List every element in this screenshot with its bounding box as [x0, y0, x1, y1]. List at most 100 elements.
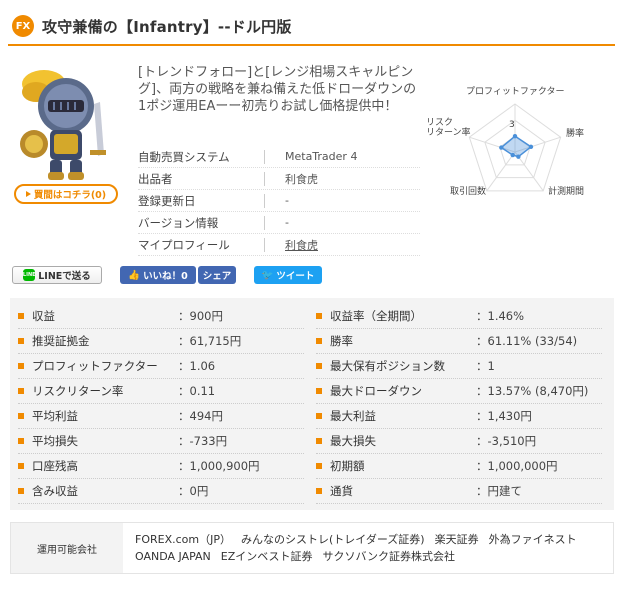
stat-row: 通貨 ：円建て: [316, 479, 602, 504]
info-separator: [264, 193, 265, 208]
broker-item[interactable]: EZインベスト証券: [221, 550, 313, 563]
broker-item[interactable]: 外為ファイネスト: [489, 533, 577, 546]
stat-value: ：1,000,000円: [476, 459, 558, 473]
stat-row: リスクリターン率 ：0.11: [18, 379, 304, 404]
info-separator: [264, 215, 265, 230]
info-value: -: [285, 194, 289, 207]
stat-label: 最大保有ポジション数: [330, 359, 445, 373]
radar-data-point: [516, 154, 521, 159]
stat-value: ：1.46%: [476, 309, 525, 323]
broker-item[interactable]: サクソバンク証券株式会社: [323, 550, 456, 563]
brokers-label: 運用可能会社: [11, 523, 123, 573]
bullet-square-icon: [316, 413, 322, 419]
stat-value: ：494円: [178, 409, 223, 423]
bullet-square-icon: [18, 388, 24, 394]
stat-value: ：円建て: [476, 484, 522, 498]
line-share-button[interactable]: LINE LINEで送る: [12, 266, 102, 284]
radar-scale-label: 3: [509, 120, 515, 130]
stat-label: プロフィットファクター: [32, 359, 158, 373]
tweet-button[interactable]: 🐦 ツイート: [254, 266, 322, 284]
facebook-like-label: いいね！0: [143, 271, 188, 282]
radar-label-risk-return: リスク リターン率: [426, 118, 471, 138]
info-separator: [264, 237, 265, 252]
info-row: 登録更新日 -: [138, 190, 420, 212]
stat-value: ：61,715円: [178, 334, 242, 348]
radar-chart: プロフィットファクター 勝率 計測期間 取引回数 リスク リターン率 3: [418, 84, 593, 224]
play-triangle-icon: [25, 191, 31, 197]
stat-value: ：-733円: [178, 434, 228, 448]
stat-label: 平均利益: [32, 409, 78, 423]
stats-column-right: 収益率（全期間） ：1.46% 勝率 ：61.11% (33/54) 最大保有ポジション…: [316, 304, 602, 504]
stat-label: 最大ドローダウン: [330, 384, 422, 398]
stat-value: ：1: [476, 359, 495, 373]
info-separator: [264, 171, 265, 186]
stat-label: 初期額: [330, 459, 365, 473]
radar-data-polygon: [500, 135, 533, 158]
brokers-list: FOREX.com（JP） みんなのシストレ(トレイダーズ証券) 楽天証券 外為ファイ…: [123, 523, 613, 573]
stat-row: 含み収益 ：0円: [18, 479, 304, 504]
buy-button[interactable]: 買間はコチラ(0): [14, 184, 118, 204]
facebook-like-button[interactable]: 👍 いいね！0: [120, 266, 196, 284]
page-title: 攻守兼備の【Infantry】--ドル円版: [42, 17, 292, 36]
bullet-square-icon: [316, 463, 322, 469]
broker-item[interactable]: OANDA JAPAN: [135, 550, 211, 563]
stat-row: 最大損失 ：-3,510円: [316, 429, 602, 454]
bullet-square-icon: [18, 488, 24, 494]
brokers-panel: 運用可能会社 FOREX.com（JP） みんなのシストレ(トレイダーズ証券) 楽天…: [10, 522, 614, 574]
product-info-table: 自動売買システム MetaTrader 4 出品者 利食虎 登録更新日 - バージョン情報 -…: [138, 146, 420, 256]
info-row: 出品者 利食虎: [138, 168, 420, 190]
radar-label-profit-factor: プロフィットファクター: [466, 87, 565, 97]
stat-label: リスクリターン率: [32, 384, 124, 398]
stat-value: ：0円: [178, 484, 209, 498]
radar-data-point: [499, 145, 504, 150]
bullet-square-icon: [18, 463, 24, 469]
broker-item[interactable]: みんなのシストレ(トレイダーズ証券): [241, 533, 425, 546]
stat-row: 平均利益 ：494円: [18, 404, 304, 429]
stat-row: 初期額 ：1,000,000円: [316, 454, 602, 479]
stat-row: 収益率（全期間） ：1.46%: [316, 304, 602, 329]
facebook-share-button[interactable]: シェア: [198, 266, 236, 284]
info-label: マイプロフィール: [138, 237, 230, 252]
stat-value: ：61.11% (33/54): [476, 334, 578, 348]
bullet-square-icon: [18, 413, 24, 419]
fx-badge-icon: FX: [12, 15, 34, 37]
info-value[interactable]: 利食虎: [285, 237, 318, 253]
bullet-square-icon: [316, 363, 322, 369]
broker-item[interactable]: 楽天証券: [435, 533, 479, 546]
thumbs-up-icon: 👍: [128, 269, 141, 281]
stat-label: 収益率（全期間）: [330, 309, 422, 323]
info-row: 自動売買システム MetaTrader 4: [138, 146, 420, 168]
stat-label: 推奨証拠金: [32, 334, 90, 348]
stat-value: ：-3,510円: [476, 434, 537, 448]
stat-row: 口座残高 ：1,000,900円: [18, 454, 304, 479]
line-share-label: LINEで送る: [38, 271, 91, 282]
tweet-label: ツイート: [276, 271, 315, 282]
info-label: 自動売買システム: [138, 149, 230, 164]
radar-chart-svg: [468, 103, 562, 192]
stat-label: 最大損失: [330, 434, 376, 448]
radar-data-point: [510, 152, 515, 158]
bullet-square-icon: [18, 438, 24, 444]
radar-data-point: [528, 144, 534, 150]
broker-item[interactable]: FOREX.com（JP）: [135, 533, 231, 546]
stat-value: ：1,430円: [476, 409, 532, 423]
stat-value: ：0.11: [178, 384, 216, 398]
stat-row: 最大保有ポジション数 ：1: [316, 354, 602, 379]
product-description: [トレンドフォロー]と[レンジ相場スキャルピング]、両方の戦略を兼ね備えた低ドロ…: [138, 65, 417, 114]
radar-axis: [486, 151, 516, 192]
radar-data-point: [512, 133, 518, 139]
bullet-square-icon: [316, 313, 322, 319]
knight-avatar-icon: [20, 70, 106, 180]
radar-label-win-rate: 勝率: [566, 129, 585, 139]
stats-column-left: 収益 ：900円 推奨証拠金 ：61,715円 プロフィットファクター ：1.06 リスクリ…: [18, 304, 304, 504]
info-value: MetaTrader 4: [285, 150, 358, 163]
stat-value: ：1,000,900円: [178, 459, 260, 473]
stat-row: 最大ドローダウン ：13.57% (8,470円): [316, 379, 602, 404]
stat-value: ：13.57% (8,470円): [476, 384, 589, 398]
stat-label: 最大利益: [330, 409, 376, 423]
radar-label-trade-count: 取引回数: [450, 187, 487, 197]
stat-row: 推奨証拠金 ：61,715円: [18, 329, 304, 354]
info-row: バージョン情報 -: [138, 212, 420, 234]
stat-row: 勝率 ：61.11% (33/54): [316, 329, 602, 354]
bullet-square-icon: [316, 338, 322, 344]
